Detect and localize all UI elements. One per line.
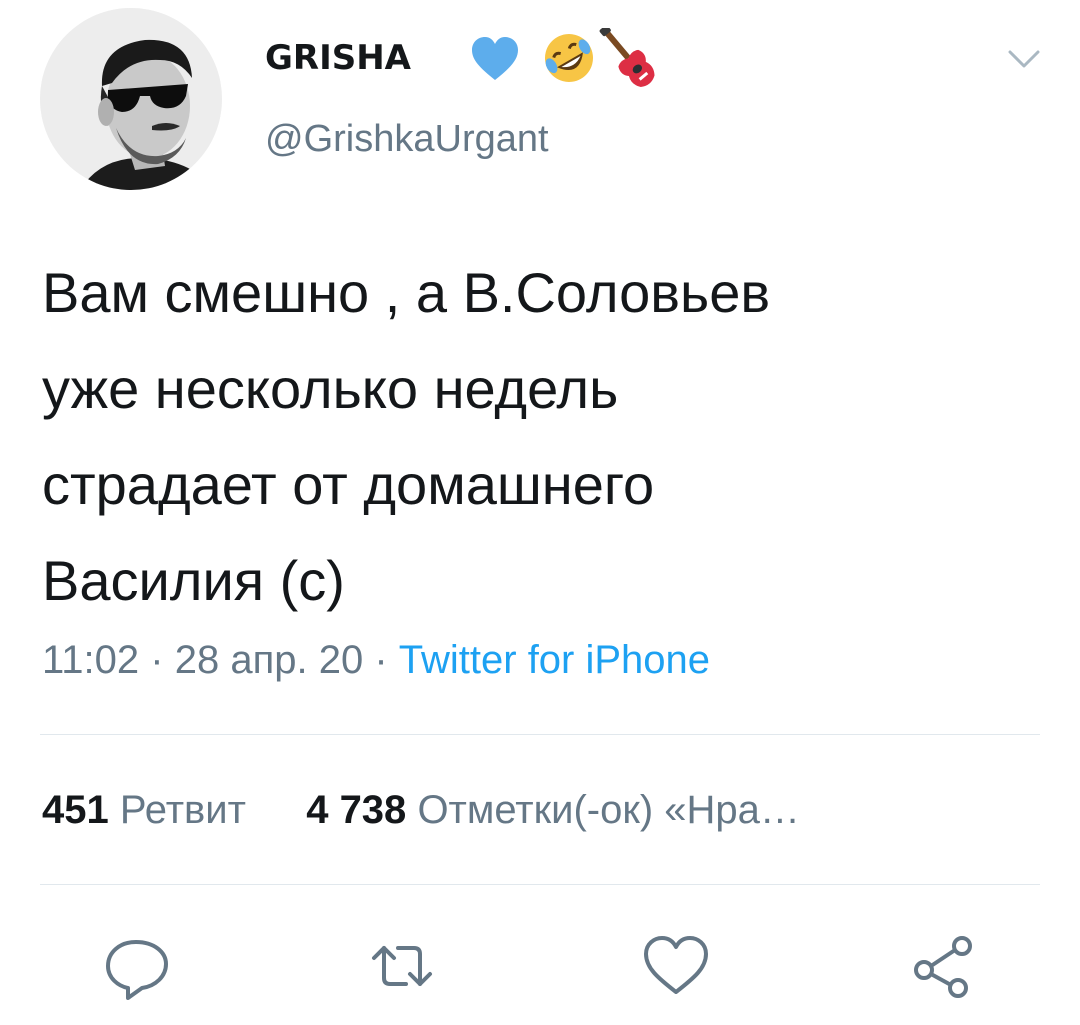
tweet-text: Вам смешно , а В.Соловьев уже несколько … — [42, 245, 1052, 629]
blue-heart-icon — [472, 37, 518, 80]
retweets-count[interactable]: 451 — [42, 788, 109, 832]
guitar-icon — [599, 28, 655, 88]
share-button[interactable] — [908, 930, 980, 1002]
retweets-label[interactable]: Ретвит — [120, 788, 246, 832]
display-name[interactable]: GRISHA — [265, 38, 411, 78]
like-icon — [644, 936, 708, 994]
tweet-line: Василия (с) — [42, 549, 345, 612]
tweet-source-link[interactable]: Twitter for iPhone — [399, 638, 710, 682]
chevron-down-icon[interactable] — [1004, 44, 1044, 74]
reply-button[interactable] — [100, 930, 172, 1002]
tweet-line: уже несколько недель — [42, 357, 619, 420]
separator: · — [374, 638, 388, 682]
tweet-line: Вам смешно , а В.Соловьев — [42, 261, 771, 324]
user-handle[interactable]: @GrishkaUrgant — [265, 118, 549, 161]
likes-count[interactable]: 4 738 — [306, 788, 406, 832]
share-icon — [914, 936, 972, 998]
divider — [40, 734, 1040, 735]
retweet-icon — [372, 946, 432, 986]
retweet-button[interactable] — [366, 930, 438, 1002]
avatar[interactable] — [40, 8, 222, 190]
tweet-line: страдает от домашнего — [42, 453, 655, 516]
tweet-time: 11:02 — [42, 638, 140, 682]
reply-icon — [106, 940, 168, 1000]
like-button[interactable] — [640, 930, 712, 1002]
likes-label[interactable]: Отметки(-ок) «Нра… — [417, 788, 799, 832]
tweet-date: 28 апр. 20 — [174, 638, 364, 682]
avatar-photo — [40, 8, 222, 190]
rolling-on-floor-laughing-icon — [545, 34, 593, 82]
tweet-stats: 451 Ретвит 4 738 Отметки(-ок) «Нра… — [42, 788, 800, 833]
divider — [40, 884, 1040, 885]
separator: · — [150, 638, 164, 682]
tweet-meta: 11:02 · 28 апр. 20 · Twitter for iPhone — [42, 638, 710, 683]
